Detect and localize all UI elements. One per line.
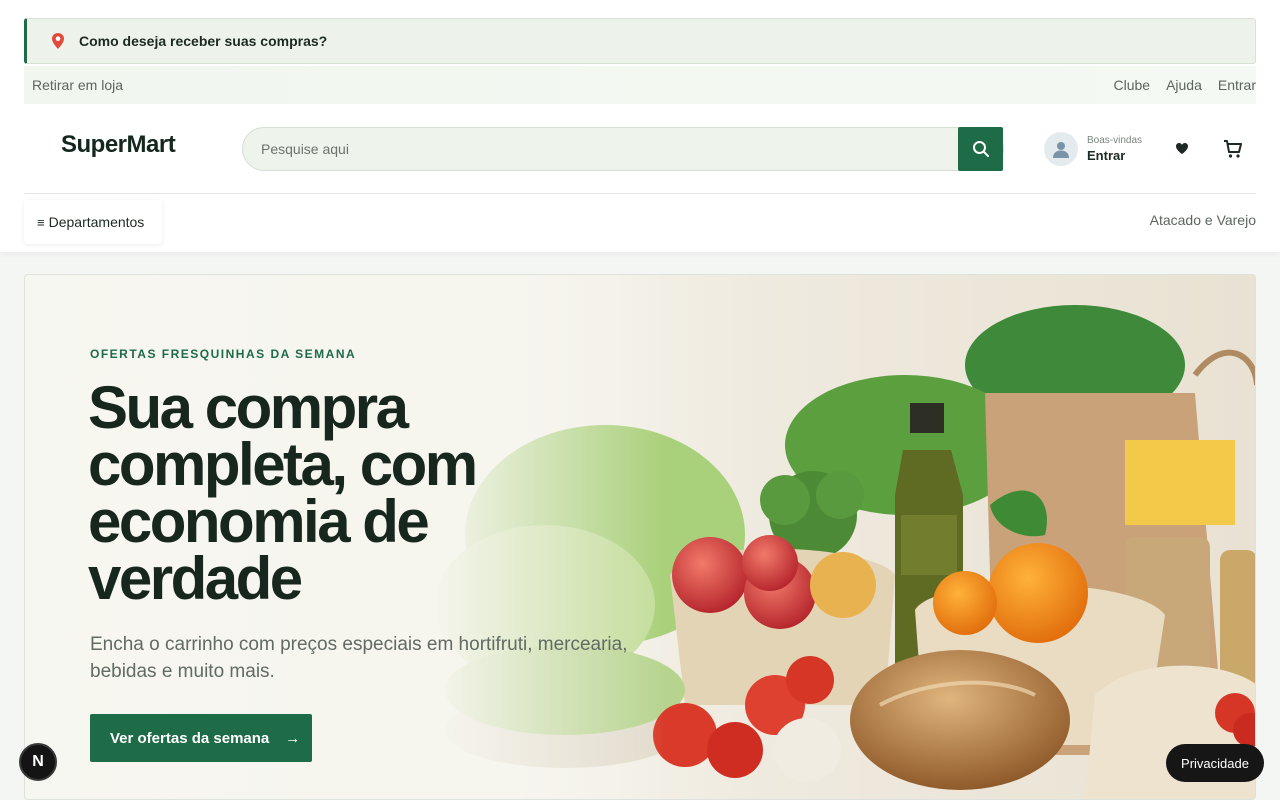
main-header: SuperMart Boas-vindas Entrar: [24, 104, 1256, 194]
map-pin-icon: [52, 33, 64, 49]
privacy-button[interactable]: Privacidade: [1166, 744, 1264, 782]
account-greeting: Boas-vindas: [1087, 135, 1143, 146]
ajuda-link[interactable]: Ajuda: [1166, 77, 1202, 93]
departments-button[interactable]: ≡ Departamentos: [24, 200, 162, 244]
search-input[interactable]: [261, 128, 941, 170]
account-button[interactable]: Boas-vindas Entrar: [1044, 132, 1142, 166]
atacado-link[interactable]: Atacado e Varejo: [1150, 212, 1256, 228]
logo[interactable]: SuperMart: [61, 131, 176, 159]
search-box: [242, 127, 1004, 171]
utility-links: Clube Ajuda Entrar: [1113, 77, 1256, 93]
arrow-right-icon: →: [285, 729, 301, 747]
cta-label: Ver ofertas da semana: [110, 729, 270, 747]
clube-link[interactable]: Clube: [1113, 77, 1150, 93]
entrar-link[interactable]: Entrar: [1218, 77, 1256, 93]
utility-bar: Retirar em loja Clube Ajuda Entrar: [24, 66, 1256, 104]
menu-icon: ≡: [37, 214, 45, 230]
account-login: Entrar: [1087, 148, 1126, 163]
dev-tools-badge[interactable]: N: [19, 743, 57, 781]
delivery-selector[interactable]: Como deseja receber suas compras?: [24, 18, 1256, 64]
search-icon: [972, 141, 989, 157]
hero-subtext: Encha o carrinho com preços especiais em…: [90, 634, 628, 682]
hero-banner: OFERTAS FRESQUINHAS DA SEMANA Sua compra…: [24, 274, 1256, 800]
groceries-image: [435, 275, 1255, 799]
hero-headline: Sua compra completa, com economia de ver…: [88, 374, 478, 612]
site-header: Como deseja receber suas compras? Retira…: [0, 0, 1280, 252]
delivery-prompt: Como deseja receber suas compras?: [79, 33, 328, 49]
see-offers-button[interactable]: Ver ofertas da semana →: [90, 714, 312, 762]
departments-label: Departamentos: [48, 214, 145, 230]
user-icon: [1044, 132, 1078, 166]
heart-icon[interactable]: [1175, 142, 1189, 155]
hero-eyebrow: OFERTAS FRESQUINHAS DA SEMANA: [90, 347, 357, 361]
search-button[interactable]: [958, 127, 1003, 171]
cart-icon[interactable]: [1223, 139, 1243, 159]
pickup-link[interactable]: Retirar em loja: [32, 77, 123, 93]
